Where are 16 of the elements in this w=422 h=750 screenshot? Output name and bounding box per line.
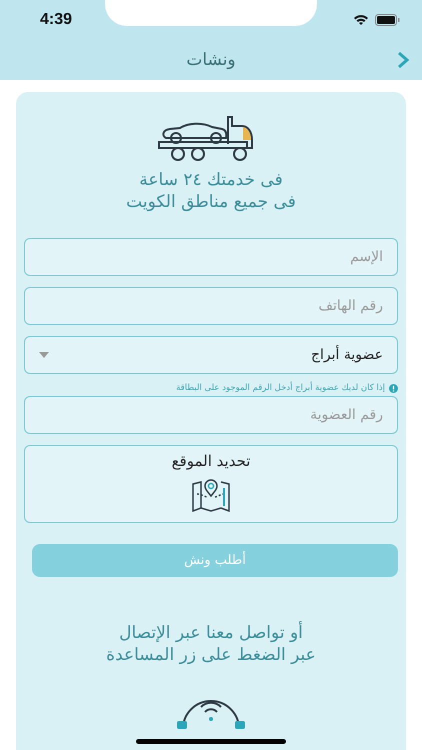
- wifi-icon: [353, 14, 369, 26]
- dropdown[interactable]: عضوية أبراج: [24, 336, 398, 374]
- nav-title: ونشات: [186, 50, 236, 70]
- battery-icon: [375, 14, 400, 26]
- info-icon: [389, 384, 398, 392]
- contact-text: عبر الضغط على زر المساعدة: [106, 645, 316, 665]
- input-field[interactable]: الإسم: [24, 238, 398, 276]
- tagline: فى خدمتك ٢٤ ساعة: [139, 170, 283, 190]
- tagline: فى جميع مناطق الكويت: [126, 192, 296, 212]
- location-picker[interactable]: تحديد الموقع: [24, 445, 398, 523]
- input-field[interactable]: رقم العضوية: [24, 396, 398, 434]
- input-field[interactable]: رقم الهاتف: [24, 287, 398, 325]
- hint-text: إذا كان لديك عضوية أبراج أدخل الرقم الموجود على البطاقة: [176, 383, 385, 393]
- caret-icon: [39, 352, 49, 358]
- status-time: 4:39: [40, 11, 72, 29]
- contact-text: أو تواصل معنا عبر الإتصال: [119, 623, 303, 643]
